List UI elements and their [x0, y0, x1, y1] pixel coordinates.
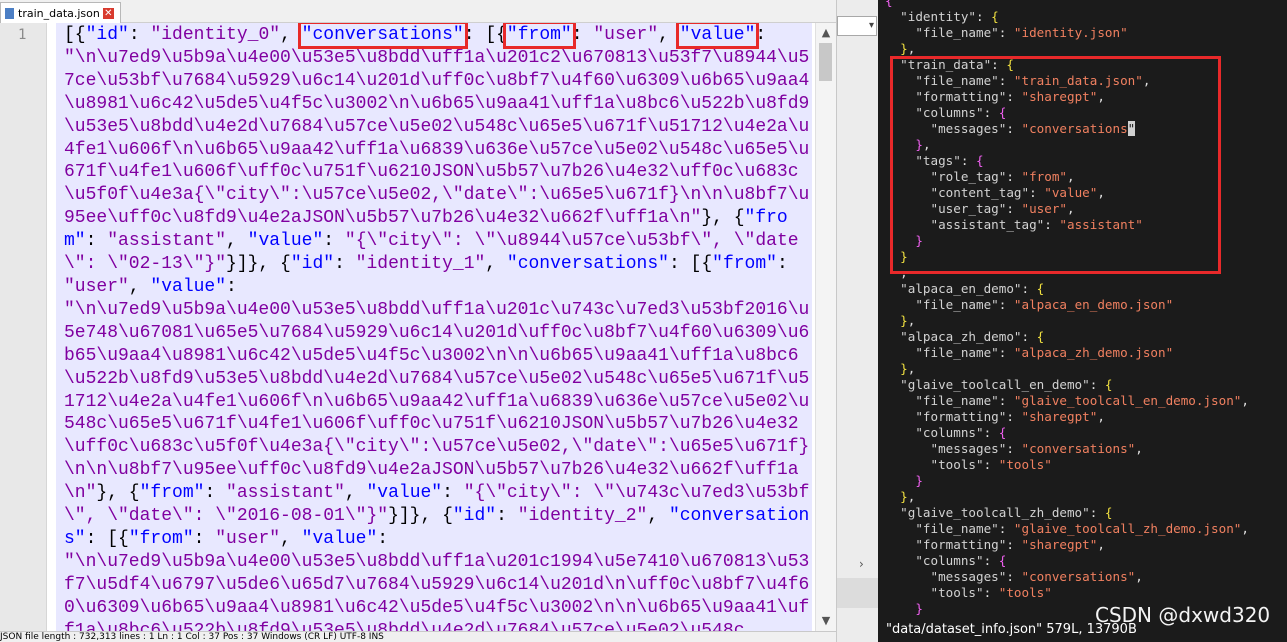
code-token: :	[571, 25, 594, 45]
code-token: }, {	[701, 208, 745, 229]
code-token: "value"	[366, 483, 443, 504]
watermark: CSDN @dxwd320	[1095, 603, 1271, 627]
code-token: "conversations"	[297, 23, 468, 49]
code-token: :	[377, 528, 389, 549]
code-token: "\n\u7ed9\u5b9a\u4e00\u53e5\u8bdd\uff1a\…	[64, 551, 810, 631]
code-token: "value"	[301, 528, 378, 549]
code-token: "user"	[215, 528, 281, 549]
code-token: }, {	[96, 483, 140, 504]
code-token: ,	[280, 528, 302, 549]
code-token: "\n\u7ed9\u5b9a\u4e00\u53e5\u8bdd\uff1a\…	[64, 47, 810, 229]
code-token: ,	[658, 25, 680, 45]
scroll-down-icon[interactable]: ▼	[816, 613, 836, 629]
code-token: ,	[344, 483, 367, 504]
code-token: :	[193, 528, 216, 549]
code-token: :	[776, 254, 799, 275]
code-token: :	[755, 25, 767, 45]
code-token: "from"	[502, 23, 576, 49]
code-token: ,	[226, 231, 248, 252]
code-token: "value"	[150, 276, 227, 297]
dropdown-chevron-icon[interactable]: ▾	[837, 16, 877, 36]
tab-bar: train_data.json ✕	[0, 0, 836, 23]
code-area[interactable]: [{"id": "identity_0", "conversations": […	[56, 23, 812, 631]
code-token: :	[226, 276, 237, 297]
vertical-scrollbar[interactable]: ▲ ▼	[815, 23, 836, 631]
chevron-right-icon[interactable]: ›	[859, 557, 877, 575]
code-token: :	[204, 483, 227, 504]
code-token: :	[323, 231, 345, 252]
code-token: "from"	[712, 254, 777, 275]
code-token: "assistant"	[107, 231, 227, 252]
status-bar: JSON file length : 732,313 lines : 1 Ln …	[0, 631, 836, 642]
code-token: "id"	[290, 254, 335, 275]
code-token: }]}, {	[388, 506, 453, 527]
code-token: : [{	[85, 528, 129, 549]
scrollbar-thumb[interactable]	[819, 43, 832, 81]
side-panel: ▾ ›	[836, 0, 879, 642]
code-token: "assistant"	[226, 483, 345, 504]
code-token: "identity_0"	[150, 25, 281, 45]
code-token: :	[334, 254, 356, 275]
notepad-editor-pane: train_data.json ✕ 1 [{"id": "identity_0"…	[0, 0, 836, 642]
line-number-gutter: 1	[0, 23, 47, 631]
code-token: ,	[128, 276, 151, 297]
code-token: : [{	[668, 254, 713, 275]
code-token: :	[442, 483, 464, 504]
code-token: "value"	[247, 231, 324, 252]
highlight-box-train-data	[890, 56, 1221, 274]
code-token: "user"	[64, 276, 129, 297]
tab-train-data[interactable]: train_data.json ✕	[0, 2, 121, 23]
code-token: "identity_2"	[517, 506, 648, 527]
code-token: :	[85, 231, 108, 252]
line-number: 1	[18, 27, 27, 43]
code-token: [{	[485, 25, 507, 45]
file-icon	[5, 7, 14, 19]
code-token: "\n\u7ed9\u5b9a\u4e00\u53e5\u8bdd\uff1a\…	[64, 299, 810, 504]
scroll-up-icon[interactable]: ▲	[816, 25, 836, 41]
code-token: :	[463, 25, 486, 45]
code-token: "value"	[675, 23, 760, 49]
code-token: "user"	[593, 25, 659, 45]
code-token: "from"	[128, 528, 194, 549]
code-token: ,	[647, 506, 669, 527]
code-token: ,	[485, 254, 507, 275]
code-token: :	[128, 25, 151, 45]
tab-label: train_data.json	[18, 6, 100, 20]
code-token: }]}, {	[226, 254, 291, 275]
code-token: "identity_1"	[355, 254, 486, 275]
code-token: ,	[280, 25, 302, 45]
code-token: "id"	[452, 506, 497, 527]
code-token: :	[496, 506, 518, 527]
code-text[interactable]: [{"id": "identity_0", "conversations": […	[56, 23, 812, 631]
code-token: "id"	[85, 25, 129, 45]
code-token: [{	[64, 25, 86, 45]
close-icon[interactable]: ✕	[102, 7, 114, 19]
code-token: "conversations"	[506, 254, 669, 275]
horizontal-scrollbar[interactable]	[837, 578, 879, 608]
code-token: "from"	[139, 483, 205, 504]
